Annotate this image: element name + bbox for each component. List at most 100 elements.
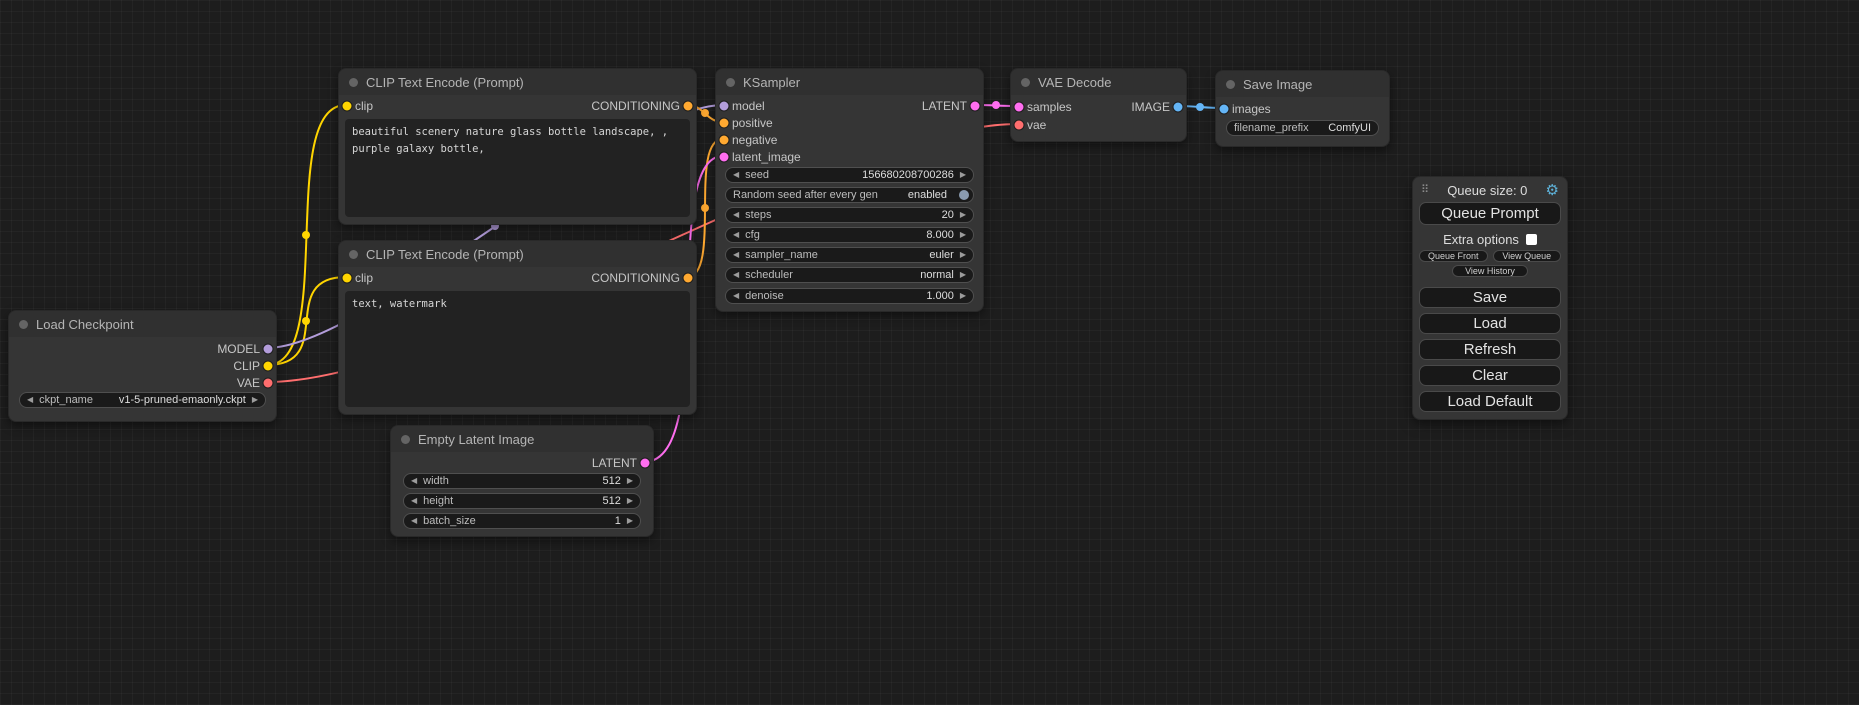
output-slot-image[interactable] [1174, 103, 1183, 112]
node-titlebar[interactable]: VAE Decode [1011, 69, 1186, 95]
clear-button[interactable]: Clear [1419, 365, 1561, 386]
node-vae-decode[interactable]: VAE Decode samples vae IMAGE [1010, 68, 1187, 142]
increment-arrow-icon[interactable]: ▶ [627, 497, 633, 505]
output-slot-latent[interactable] [971, 102, 980, 111]
decrement-arrow-icon[interactable]: ◀ [411, 517, 417, 525]
widget-value: 1.000 [926, 290, 954, 302]
input-label-clip: clip [355, 271, 373, 285]
node-clip-text-encode-negative[interactable]: CLIP Text Encode (Prompt) clip CONDITION… [338, 240, 697, 415]
increment-arrow-icon[interactable]: ▶ [252, 396, 258, 404]
decrement-arrow-icon[interactable]: ◀ [733, 271, 739, 279]
collapse-dot-icon[interactable] [349, 78, 358, 87]
widget-label: sampler_name [745, 249, 818, 261]
height-widget[interactable]: ◀ height 512 ▶ [403, 493, 641, 509]
node-titlebar[interactable]: CLIP Text Encode (Prompt) [339, 69, 696, 95]
denoise-widget[interactable]: ◀ denoise 1.000 ▶ [725, 288, 974, 304]
input-slot-clip[interactable] [343, 274, 352, 283]
save-button[interactable]: Save [1419, 287, 1561, 308]
node-load-checkpoint[interactable]: Load Checkpoint MODEL CLIP VAE ◀ ckpt_na… [8, 310, 277, 422]
queue-front-button[interactable]: Queue Front [1419, 250, 1488, 262]
node-titlebar[interactable]: Save Image [1216, 71, 1389, 97]
collapse-dot-icon[interactable] [726, 78, 735, 87]
prompt-textarea[interactable]: text, watermark [345, 291, 690, 407]
view-history-button[interactable]: View History [1452, 265, 1528, 277]
batch-size-widget[interactable]: ◀ batch_size 1 ▶ [403, 513, 641, 529]
input-slot-vae[interactable] [1015, 121, 1024, 130]
comfyui-canvas[interactable]: Load Checkpoint MODEL CLIP VAE ◀ ckpt_na… [0, 0, 1859, 705]
input-slot-latent-image[interactable] [720, 153, 729, 162]
output-label-vae: VAE [237, 376, 260, 390]
queue-prompt-button[interactable]: Queue Prompt [1419, 202, 1561, 225]
node-ksampler[interactable]: KSampler model positive negative latent_… [715, 68, 984, 312]
collapse-dot-icon[interactable] [19, 320, 28, 329]
increment-arrow-icon[interactable]: ▶ [960, 292, 966, 300]
prompt-textarea[interactable]: beautiful scenery nature glass bottle la… [345, 119, 690, 217]
output-slot-conditioning[interactable] [684, 102, 693, 111]
decrement-arrow-icon[interactable]: ◀ [27, 396, 33, 404]
collapse-dot-icon[interactable] [1021, 78, 1030, 87]
filename-prefix-widget[interactable]: filename_prefix ComfyUI [1226, 120, 1379, 136]
seed-toggle-icon[interactable] [959, 190, 969, 200]
scheduler-widget[interactable]: ◀ scheduler normal ▶ [725, 267, 974, 283]
increment-arrow-icon[interactable]: ▶ [960, 211, 966, 219]
input-slot-model[interactable] [720, 102, 729, 111]
decrement-arrow-icon[interactable]: ◀ [733, 251, 739, 259]
load-button[interactable]: Load [1419, 313, 1561, 334]
width-widget[interactable]: ◀ width 512 ▶ [403, 473, 641, 489]
node-titlebar[interactable]: Empty Latent Image [391, 426, 653, 452]
increment-arrow-icon[interactable]: ▶ [960, 171, 966, 179]
extra-options-checkbox[interactable] [1526, 234, 1537, 245]
increment-arrow-icon[interactable]: ▶ [960, 271, 966, 279]
output-slot-model[interactable] [264, 345, 273, 354]
refresh-button[interactable]: Refresh [1419, 339, 1561, 360]
ckpt-name-widget[interactable]: ◀ ckpt_name v1-5-pruned-emaonly.ckpt ▶ [19, 392, 266, 408]
widget-label: cfg [745, 229, 760, 241]
widget-label: denoise [745, 290, 784, 302]
seed-widget[interactable]: ◀ seed 156680208700286 ▶ [725, 167, 974, 183]
view-queue-button[interactable]: View Queue [1493, 250, 1562, 262]
output-slot-vae[interactable] [264, 379, 273, 388]
drag-handle-icon[interactable]: ⠿ [1421, 185, 1429, 196]
decrement-arrow-icon[interactable]: ◀ [411, 497, 417, 505]
cfg-widget[interactable]: ◀ cfg 8.000 ▶ [725, 227, 974, 243]
input-slot-clip[interactable] [343, 102, 352, 111]
increment-arrow-icon[interactable]: ▶ [627, 477, 633, 485]
widget-label: Random seed after every gen [733, 189, 878, 201]
node-titlebar[interactable]: Load Checkpoint [9, 311, 276, 337]
output-slot-conditioning[interactable] [684, 274, 693, 283]
collapse-dot-icon[interactable] [349, 250, 358, 259]
decrement-arrow-icon[interactable]: ◀ [733, 171, 739, 179]
sampler-name-widget[interactable]: ◀ sampler_name euler ▶ [725, 247, 974, 263]
input-slot-images[interactable] [1220, 105, 1229, 114]
load-default-button[interactable]: Load Default [1419, 391, 1561, 412]
increment-arrow-icon[interactable]: ▶ [960, 251, 966, 259]
output-slot-clip[interactable] [264, 362, 273, 371]
widget-label: filename_prefix [1234, 122, 1309, 134]
widget-label: ckpt_name [39, 394, 93, 406]
wire-dot-image [1196, 103, 1204, 111]
increment-arrow-icon[interactable]: ▶ [627, 517, 633, 525]
output-slot-latent[interactable] [641, 459, 650, 468]
node-clip-text-encode-positive[interactable]: CLIP Text Encode (Prompt) clip CONDITION… [338, 68, 697, 225]
node-empty-latent-image[interactable]: Empty Latent Image LATENT ◀ width 512 ▶ … [390, 425, 654, 537]
input-slot-samples[interactable] [1015, 103, 1024, 112]
node-title: Empty Latent Image [418, 432, 534, 447]
node-titlebar[interactable]: KSampler [716, 69, 983, 95]
node-save-image[interactable]: Save Image images filename_prefix ComfyU… [1215, 70, 1390, 147]
steps-widget[interactable]: ◀ steps 20 ▶ [725, 207, 974, 223]
gear-icon[interactable]: ⚙ [1546, 183, 1559, 198]
queue-panel[interactable]: ⠿ Queue size: 0 ⚙ Queue Prompt Extra opt… [1412, 176, 1568, 420]
random-seed-widget[interactable]: Random seed after every gen enabled [725, 187, 974, 203]
input-slot-positive[interactable] [720, 119, 729, 128]
collapse-dot-icon[interactable] [401, 435, 410, 444]
output-label-conditioning: CONDITIONING [591, 99, 680, 113]
decrement-arrow-icon[interactable]: ◀ [733, 231, 739, 239]
decrement-arrow-icon[interactable]: ◀ [733, 292, 739, 300]
decrement-arrow-icon[interactable]: ◀ [733, 211, 739, 219]
decrement-arrow-icon[interactable]: ◀ [411, 477, 417, 485]
wire-dot-clip-1 [302, 231, 310, 239]
collapse-dot-icon[interactable] [1226, 80, 1235, 89]
node-titlebar[interactable]: CLIP Text Encode (Prompt) [339, 241, 696, 267]
input-slot-negative[interactable] [720, 136, 729, 145]
increment-arrow-icon[interactable]: ▶ [960, 231, 966, 239]
